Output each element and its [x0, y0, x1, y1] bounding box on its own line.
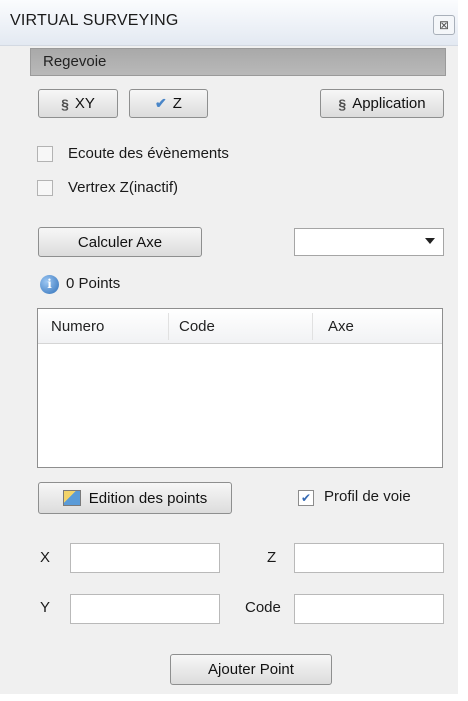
checkmark-icon: ✔ — [155, 95, 167, 111]
xy-button-label: XY — [74, 95, 95, 112]
section-title: Regevoie — [43, 53, 107, 70]
window-title: VIRTUAL SURVEYING — [10, 12, 179, 29]
axis-select[interactable] — [294, 228, 444, 256]
points-count: 0 Points — [66, 275, 121, 292]
edit-points-label: Edition des points — [88, 489, 208, 507]
x-label: X — [40, 549, 51, 566]
info-icon: i — [40, 275, 59, 294]
column-divider[interactable] — [168, 313, 169, 340]
calculate-axis-label: Calculer Axe — [77, 233, 163, 251]
panel-border-right — [458, 0, 468, 701]
column-header-code[interactable]: Code — [179, 318, 215, 335]
z-button-label: Z — [172, 95, 182, 112]
z-label: Z — [267, 549, 277, 566]
panel-border-bottom — [0, 694, 468, 701]
edit-points-button[interactable]: Edition des points — [38, 482, 232, 514]
close-icon[interactable]: ⊠ — [433, 15, 455, 35]
add-point-button[interactable]: Ajouter Point — [170, 654, 332, 685]
application-button[interactable]: § Application — [320, 89, 444, 118]
track-profile-checkbox[interactable]: ✔ — [298, 490, 314, 506]
column-header-axe[interactable]: Axe — [328, 318, 354, 335]
calculate-axis-button[interactable]: Calculer Axe — [38, 227, 202, 257]
code-input[interactable] — [294, 594, 444, 624]
column-header-numero[interactable]: Numero — [51, 318, 104, 335]
y-label: Y — [40, 599, 51, 616]
title-bar: VIRTUAL SURVEYING ⊠ — [0, 0, 458, 46]
xy-button[interactable]: § XY — [38, 89, 118, 118]
dropdown-arrow-icon — [425, 238, 435, 244]
edit-icon — [62, 490, 81, 506]
y-input[interactable] — [70, 594, 220, 624]
code-label: Code — [245, 599, 281, 616]
column-divider[interactable] — [312, 313, 313, 340]
listen-events-checkbox[interactable] — [37, 146, 53, 162]
vertex-z-checkbox[interactable] — [37, 180, 53, 196]
z-input[interactable] — [294, 543, 444, 573]
swap-icon: § — [338, 95, 347, 112]
add-point-label: Ajouter Point — [208, 661, 294, 678]
table-header: Numero Code Axe — [38, 309, 442, 344]
section-header[interactable]: Regevoie — [30, 48, 446, 76]
points-table[interactable]: Numero Code Axe — [37, 308, 443, 468]
application-button-label: Application — [352, 95, 426, 112]
z-button[interactable]: ✔ Z — [129, 89, 208, 118]
vertex-z-label: Vertrex Z(inactif) — [68, 179, 179, 196]
x-input[interactable] — [70, 543, 220, 573]
swap-icon: § — [61, 95, 69, 112]
listen-events-label: Ecoute des évènements — [68, 145, 229, 162]
track-profile-label: Profil de voie — [324, 488, 411, 505]
